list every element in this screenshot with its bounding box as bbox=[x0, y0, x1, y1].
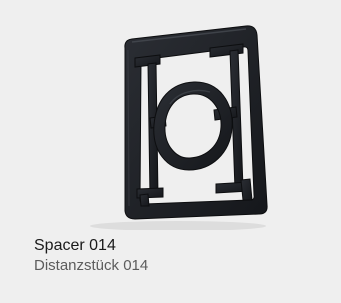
product-name-german: Distanzstück 014 bbox=[34, 257, 149, 274]
product-card[interactable]: Spacer 014 Distanzstück 014 bbox=[0, 0, 341, 303]
product-image[interactable] bbox=[0, 0, 341, 230]
product-caption: Spacer 014 Distanzstück 014 bbox=[34, 236, 331, 276]
product-name[interactable]: Spacer 014 bbox=[34, 236, 331, 256]
spacer-part bbox=[124, 25, 268, 220]
